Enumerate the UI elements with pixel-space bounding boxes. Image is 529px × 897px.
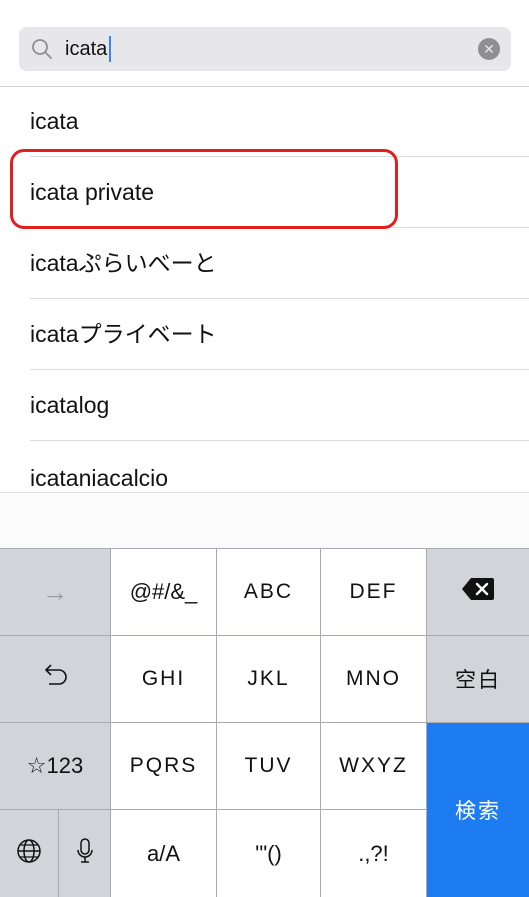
key-mno[interactable]: MNO [321, 636, 427, 723]
search-input[interactable]: icata [65, 27, 112, 71]
microphone-icon [75, 837, 95, 871]
text-cursor [109, 36, 112, 62]
quote-paren-key[interactable]: '"() [217, 810, 321, 897]
key-label: DEF [349, 580, 398, 603]
suggestion-label: icatalog [30, 392, 110, 418]
suggestion-item[interactable]: icata [0, 86, 529, 157]
suggestion-label: icataプライベート [30, 321, 217, 347]
delete-key[interactable] [427, 549, 529, 636]
clear-search-button[interactable]: ✕ [478, 38, 500, 60]
key-ghi[interactable]: GHI [111, 636, 217, 723]
highlight-box [10, 149, 398, 229]
key-label: TUV [244, 754, 293, 777]
cursor-right-key[interactable]: → [0, 549, 111, 636]
suggestion-item[interactable]: icataプライベート [0, 299, 529, 370]
search-key[interactable]: 検索 [427, 723, 529, 897]
key-pqrs[interactable]: PQRS [111, 723, 217, 810]
undo-key[interactable] [0, 636, 111, 723]
key-label: 検索 [455, 800, 501, 823]
keyboard: → @#/&_ ABC DEF GHI JKL MNO 空白 ☆123 PQRS… [0, 548, 529, 897]
close-icon: ✕ [483, 41, 495, 57]
search-field[interactable]: icata ✕ [19, 27, 511, 71]
search-input-text: icata [65, 38, 108, 60]
suggestion-item[interactable]: icataぷらいべーと [0, 228, 529, 299]
key-label: ABC [243, 580, 294, 603]
key-jkl[interactable]: JKL [217, 636, 321, 723]
number-mode-key[interactable]: ☆123 [0, 723, 111, 810]
blank-area [0, 492, 529, 549]
suggestion-item[interactable]: icatalog [0, 370, 529, 441]
search-bar: icata ✕ [0, 0, 529, 87]
globe-icon [15, 837, 43, 871]
microphone-key[interactable] [59, 810, 111, 897]
key-label: @#/&_ [129, 579, 198, 604]
key-label: WXYZ [339, 754, 408, 777]
arrow-right-icon: → [42, 576, 68, 607]
key-label: JKL [247, 667, 290, 690]
search-icon [31, 38, 53, 60]
suggestion-label: icataぷらいべーと [30, 250, 217, 276]
key-tuv[interactable]: TUV [217, 723, 321, 810]
undo-icon [41, 662, 69, 696]
key-label: '"() [255, 840, 282, 866]
key-label: a/A [146, 840, 181, 866]
key-label: PQRS [129, 754, 198, 777]
suggestion-label: icataniacalcio [30, 465, 169, 491]
key-label: ☆123 [26, 753, 84, 778]
key-abc[interactable]: ABC [217, 549, 321, 636]
key-wxyz[interactable]: WXYZ [321, 723, 427, 810]
backspace-icon [461, 577, 495, 607]
case-toggle-key[interactable]: a/A [111, 810, 217, 897]
suggestion-label: icata [30, 108, 79, 134]
key-def[interactable]: DEF [321, 549, 427, 636]
key-label: .,?! [358, 840, 389, 866]
key-label: GHI [141, 667, 186, 690]
space-key[interactable]: 空白 [427, 636, 529, 723]
key-label: MNO [346, 667, 401, 690]
globe-key[interactable] [0, 810, 59, 897]
punctuation-key[interactable]: .,?! [321, 810, 427, 897]
key-label: 空白 [455, 669, 501, 692]
key-symbols[interactable]: @#/&_ [111, 549, 217, 636]
